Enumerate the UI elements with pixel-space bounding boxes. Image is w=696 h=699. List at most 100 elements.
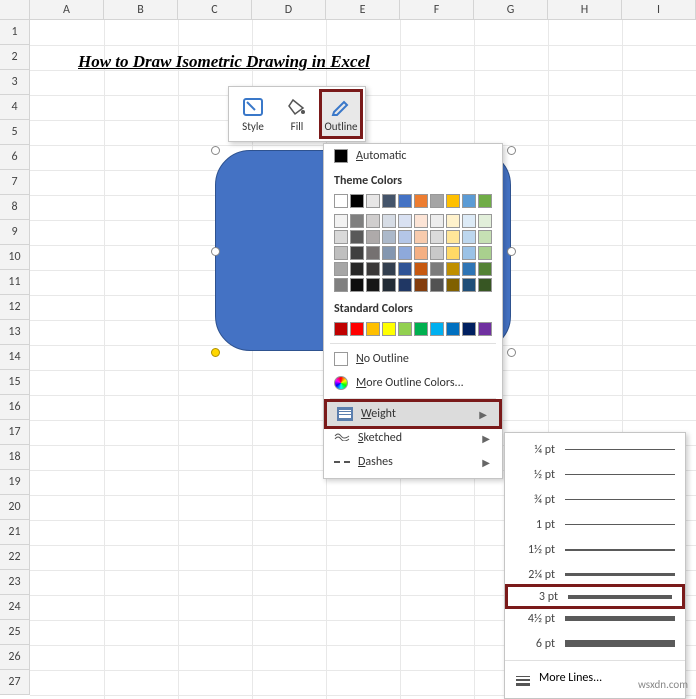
color-swatch[interactable]	[366, 230, 380, 244]
color-swatch[interactable]	[414, 214, 428, 228]
color-swatch[interactable]	[446, 194, 460, 208]
color-swatch[interactable]	[430, 322, 444, 336]
resize-handle-ml[interactable]	[211, 247, 220, 256]
color-swatch[interactable]	[382, 262, 396, 276]
color-swatch[interactable]	[446, 322, 460, 336]
row-header[interactable]: 9	[0, 220, 30, 245]
color-swatch[interactable]	[414, 262, 428, 276]
col-header[interactable]: D	[252, 0, 326, 20]
row-header[interactable]: 11	[0, 270, 30, 295]
weight-submenu-item[interactable]: Weight ▶	[324, 399, 502, 429]
color-swatch[interactable]	[414, 194, 428, 208]
color-swatch[interactable]	[398, 246, 412, 260]
color-swatch[interactable]	[334, 246, 348, 260]
color-swatch[interactable]	[350, 214, 364, 228]
color-swatch[interactable]	[366, 262, 380, 276]
weight-option[interactable]: 1½ pt	[505, 537, 685, 562]
sketched-submenu-item[interactable]: Sketched ▶	[324, 426, 502, 450]
color-swatch[interactable]	[334, 278, 348, 292]
color-swatch[interactable]	[430, 246, 444, 260]
color-swatch[interactable]	[382, 194, 396, 208]
row-header[interactable]: 21	[0, 520, 30, 545]
col-header[interactable]: C	[178, 0, 252, 20]
color-swatch[interactable]	[446, 214, 460, 228]
weight-option[interactable]: ¾ pt	[505, 487, 685, 512]
row-header[interactable]: 22	[0, 545, 30, 570]
color-swatch[interactable]	[334, 230, 348, 244]
color-swatch[interactable]	[398, 322, 412, 336]
automatic-color-item[interactable]: Automatic	[324, 144, 502, 168]
color-swatch[interactable]	[366, 214, 380, 228]
row-header[interactable]: 18	[0, 445, 30, 470]
color-swatch[interactable]	[382, 278, 396, 292]
col-header[interactable]: B	[104, 0, 178, 20]
row-header[interactable]: 25	[0, 620, 30, 645]
color-swatch[interactable]	[350, 278, 364, 292]
color-swatch[interactable]	[478, 246, 492, 260]
row-header[interactable]: 23	[0, 570, 30, 595]
col-header[interactable]: I	[622, 0, 696, 20]
col-header[interactable]: A	[30, 0, 104, 20]
style-button[interactable]: Style	[231, 89, 275, 139]
color-swatch[interactable]	[382, 322, 396, 336]
color-swatch[interactable]	[446, 246, 460, 260]
color-swatch[interactable]	[462, 214, 476, 228]
more-colors-item[interactable]: More Outline Colors...	[324, 371, 502, 395]
row-header[interactable]: 8	[0, 195, 30, 220]
weight-option[interactable]: 1 pt	[505, 512, 685, 537]
color-swatch[interactable]	[382, 214, 396, 228]
col-header[interactable]: G	[474, 0, 548, 20]
row-header[interactable]: 6	[0, 145, 30, 170]
color-swatch[interactable]	[446, 230, 460, 244]
row-header[interactable]: 10	[0, 245, 30, 270]
col-header[interactable]: F	[400, 0, 474, 20]
color-swatch[interactable]	[350, 230, 364, 244]
row-header[interactable]: 17	[0, 420, 30, 445]
color-swatch[interactable]	[414, 246, 428, 260]
row-header[interactable]: 27	[0, 670, 30, 695]
row-header[interactable]: 19	[0, 470, 30, 495]
color-swatch[interactable]	[430, 278, 444, 292]
color-swatch[interactable]	[414, 322, 428, 336]
color-swatch[interactable]	[478, 214, 492, 228]
color-swatch[interactable]	[478, 262, 492, 276]
resize-handle-br[interactable]	[507, 348, 516, 357]
color-swatch[interactable]	[350, 262, 364, 276]
color-swatch[interactable]	[462, 246, 476, 260]
color-swatch[interactable]	[462, 262, 476, 276]
color-swatch[interactable]	[478, 322, 492, 336]
color-swatch[interactable]	[478, 194, 492, 208]
color-swatch[interactable]	[350, 246, 364, 260]
color-swatch[interactable]	[350, 322, 364, 336]
color-swatch[interactable]	[430, 194, 444, 208]
weight-option[interactable]: ½ pt	[505, 462, 685, 487]
row-header[interactable]: 13	[0, 320, 30, 345]
resize-handle-tr[interactable]	[507, 146, 516, 155]
color-swatch[interactable]	[382, 246, 396, 260]
color-swatch[interactable]	[366, 322, 380, 336]
color-swatch[interactable]	[366, 246, 380, 260]
select-all-corner[interactable]	[0, 0, 30, 20]
color-swatch[interactable]	[334, 214, 348, 228]
color-swatch[interactable]	[478, 230, 492, 244]
color-swatch[interactable]	[366, 278, 380, 292]
color-swatch[interactable]	[430, 214, 444, 228]
color-swatch[interactable]	[462, 278, 476, 292]
fill-button[interactable]: Fill	[275, 89, 319, 139]
color-swatch[interactable]	[414, 230, 428, 244]
color-swatch[interactable]	[334, 262, 348, 276]
row-header[interactable]: 4	[0, 95, 30, 120]
no-outline-item[interactable]: No Outline	[324, 347, 502, 371]
col-header[interactable]: H	[548, 0, 622, 20]
color-swatch[interactable]	[430, 262, 444, 276]
color-swatch[interactable]	[446, 278, 460, 292]
color-swatch[interactable]	[398, 214, 412, 228]
row-header[interactable]: 26	[0, 645, 30, 670]
color-swatch[interactable]	[430, 230, 444, 244]
row-header[interactable]: 1	[0, 20, 30, 45]
color-swatch[interactable]	[382, 230, 396, 244]
row-header[interactable]: 15	[0, 370, 30, 395]
color-swatch[interactable]	[462, 322, 476, 336]
row-header[interactable]: 20	[0, 495, 30, 520]
color-swatch[interactable]	[350, 194, 364, 208]
